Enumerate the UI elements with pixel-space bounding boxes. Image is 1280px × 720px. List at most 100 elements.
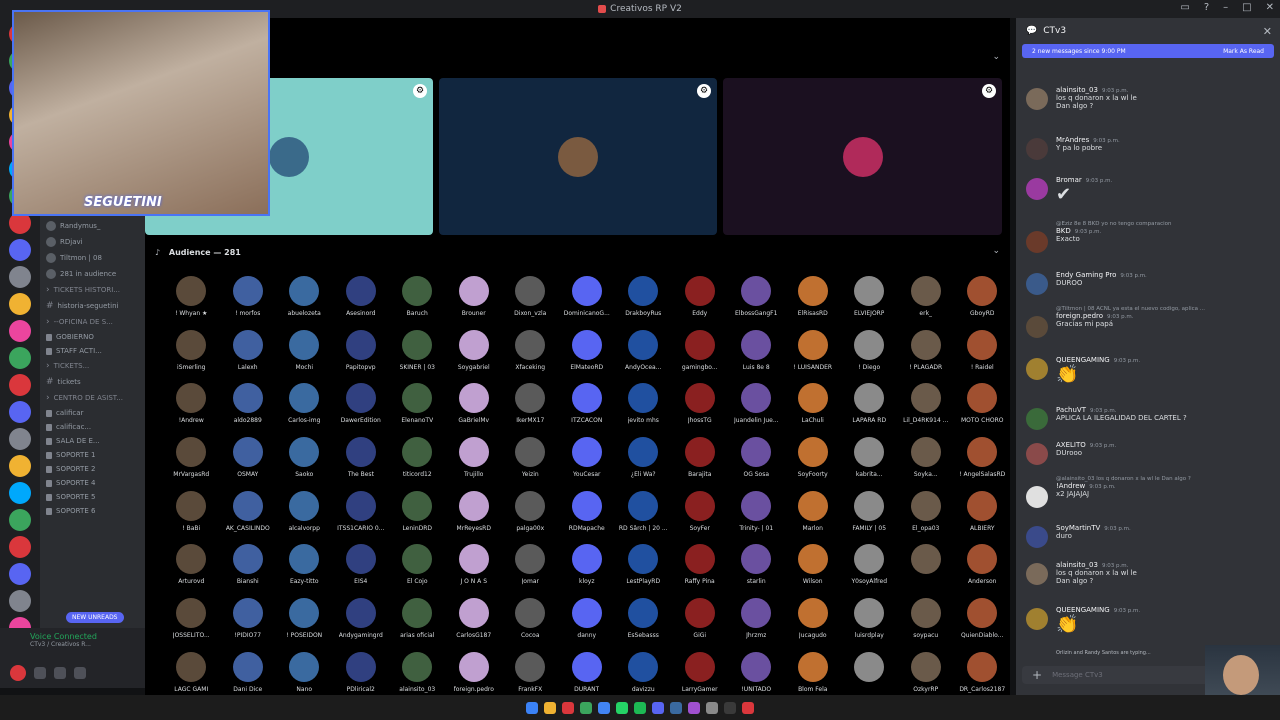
inbox-icon[interactable]: ▭ <box>1180 2 1189 13</box>
server-icon[interactable] <box>9 428 31 450</box>
server-icon[interactable] <box>9 347 31 369</box>
close-icon[interactable]: ✕ <box>1263 25 1272 38</box>
audience-member[interactable]: ! morfos <box>220 276 277 330</box>
audience-member[interactable]: Bianshi <box>220 544 277 598</box>
settings-icon[interactable]: ⚙ <box>697 84 711 98</box>
avatar[interactable] <box>1026 316 1048 338</box>
audience-member[interactable]: luisrdplay <box>841 598 898 652</box>
audience-member[interactable]: abuelozeta <box>276 276 333 330</box>
gear-icon[interactable] <box>74 667 86 679</box>
audience-member[interactable]: alcalvorpp <box>276 490 333 545</box>
audience-member[interactable]: RD Sârch | 20 ... <box>615 490 672 545</box>
audience-member[interactable]: SoyFoorty <box>785 437 842 491</box>
chat-message[interactable]: Bromar 9:03 p.m. ✔ <box>1026 176 1271 206</box>
audience-member[interactable]: JOSSELITO... <box>163 598 220 652</box>
avatar[interactable] <box>1026 138 1048 160</box>
audience-member[interactable]: Carlos-img <box>276 383 333 437</box>
username[interactable]: BKD <box>1056 227 1071 235</box>
audience-member[interactable]: CarlosG187 <box>446 598 503 652</box>
audience-member[interactable]: iSmerling <box>163 329 220 384</box>
avatar[interactable] <box>10 665 26 681</box>
audience-member[interactable]: Jucagudo <box>785 598 842 652</box>
audience-member[interactable]: Mochi <box>276 329 333 384</box>
audience-member[interactable]: Anderson <box>954 544 1011 598</box>
audience-member[interactable]: palga00x <box>502 490 559 545</box>
audience-member[interactable]: OSMAY <box>220 437 277 491</box>
username[interactable]: MrAndres <box>1056 136 1089 144</box>
audience-member[interactable]: GboyRD <box>954 276 1011 330</box>
avatar[interactable] <box>1026 88 1048 110</box>
voice-connected-title[interactable]: Voice Connected <box>30 632 115 641</box>
audience-member[interactable]: soypacu <box>898 598 955 652</box>
new-messages-banner[interactable]: 2 new messages since 9:00 PM Mark As Rea… <box>1022 44 1274 58</box>
audience-member[interactable]: Raffy Pina <box>672 544 729 598</box>
username[interactable]: alainsito_03 <box>1056 86 1098 94</box>
audience-member[interactable]: YouCesar <box>559 437 616 491</box>
channel-row[interactable]: SOPORTE 2 <box>40 462 145 476</box>
taskbar-app-icon[interactable] <box>706 701 718 714</box>
audience-member[interactable]: !Andrew <box>163 383 220 437</box>
server-icon[interactable] <box>9 401 31 423</box>
mute-icon[interactable] <box>34 667 46 679</box>
audience-member[interactable]: starlin <box>728 544 785 598</box>
channel-row[interactable]: SALA DE E... <box>40 434 145 448</box>
audience-member[interactable]: Saoko <box>276 437 333 491</box>
taskbar-app-icon[interactable] <box>580 701 592 714</box>
channel-row[interactable]: Randymus_ <box>40 218 145 234</box>
taskbar-app-icon[interactable] <box>526 701 538 714</box>
audience-member[interactable]: Soygabriel <box>446 329 503 384</box>
taskbar-app-icon[interactable] <box>562 701 574 714</box>
settings-icon[interactable]: ⚙ <box>413 84 427 98</box>
server-icon[interactable] <box>9 293 31 315</box>
audience-member[interactable]: JhossTG <box>672 383 729 437</box>
audience-member[interactable]: Luis 8e 8 <box>728 329 785 384</box>
channel-row[interactable]: RDjavi <box>40 234 145 250</box>
username[interactable]: alainsito_03 <box>1056 561 1098 569</box>
audience-member[interactable]: El Cojo <box>389 544 446 598</box>
server-icon[interactable] <box>9 239 31 261</box>
chat-message[interactable]: QUEENGAMING 9:03 p.m. 👏 <box>1026 356 1271 386</box>
audience-member[interactable]: GaBrielMv <box>446 383 503 437</box>
taskbar-app-icon[interactable] <box>616 701 628 714</box>
close-window-button[interactable]: ✕ <box>1266 2 1274 13</box>
audience-member[interactable]: danny <box>559 598 616 652</box>
audience-member[interactable]: ALBIERY <box>954 490 1011 545</box>
audience-member[interactable]: Brouner <box>446 276 503 330</box>
speaker-tile-3[interactable]: ⚙ <box>723 78 1002 235</box>
username[interactable]: AXELITO <box>1056 441 1086 449</box>
message-composer[interactable]: + Message CTv3 <box>1022 666 1222 684</box>
username[interactable]: Endy Gaming Pro <box>1056 271 1116 279</box>
audience-member[interactable]: ! POSEIDON <box>276 598 333 652</box>
audience-member[interactable]: ElRisasRD <box>785 276 842 330</box>
channel-row[interactable]: Tiltmon | 08 <box>40 250 145 266</box>
audience-member[interactable]: MrVargasRd <box>163 437 220 491</box>
audience-member[interactable]: ¿Eli Wa? <box>615 437 672 491</box>
chat-message[interactable]: alainsito_03 9:03 p.m. los q donaron x la … <box>1026 86 1271 110</box>
server-icon[interactable] <box>9 455 31 477</box>
taskbar-app-icon[interactable] <box>598 701 610 714</box>
chat-message[interactable]: QUEENGAMING 9:03 p.m. 👏 <box>1026 606 1271 636</box>
audience-member[interactable]: LAPARA RD <box>841 383 898 437</box>
audience-member[interactable]: Papitopvp <box>333 329 390 384</box>
audience-member[interactable]: ! PLAGADR <box>898 329 955 384</box>
audience-member[interactable]: Jhrzmz <box>728 598 785 652</box>
username[interactable]: Bromar <box>1056 176 1082 184</box>
audience-member[interactable]: ElMateoRD <box>559 329 616 384</box>
server-icon[interactable] <box>9 590 31 612</box>
audience-member[interactable]: kabrita... <box>841 437 898 491</box>
channel-row[interactable]: › TICKETS HISTORI... <box>40 282 145 298</box>
audience-member[interactable]: ELVIEJORP <box>841 276 898 330</box>
add-attachment-icon[interactable]: + <box>1032 668 1042 682</box>
audience-member[interactable]: ! LUISANDER <box>785 329 842 384</box>
username[interactable]: QUEENGAMING <box>1056 356 1110 364</box>
channel-row[interactable]: SOPORTE 5 <box>40 490 145 504</box>
taskbar-app-icon[interactable] <box>688 701 700 714</box>
audience-member[interactable]: Asesinord <box>333 276 390 330</box>
audience-member[interactable]: ! Diego <box>841 329 898 384</box>
taskbar-app-icon[interactable] <box>652 701 664 714</box>
audience-member[interactable]: !PIDIO77 <box>220 598 277 652</box>
message-input[interactable]: Message CTv3 <box>1052 671 1103 679</box>
audience-member[interactable]: Juandelin Jue... <box>728 383 785 437</box>
chat-message[interactable]: SoyMartinTV 9:03 p.m. duro <box>1026 524 1271 548</box>
audience-member[interactable]: aldo2889 <box>220 383 277 437</box>
